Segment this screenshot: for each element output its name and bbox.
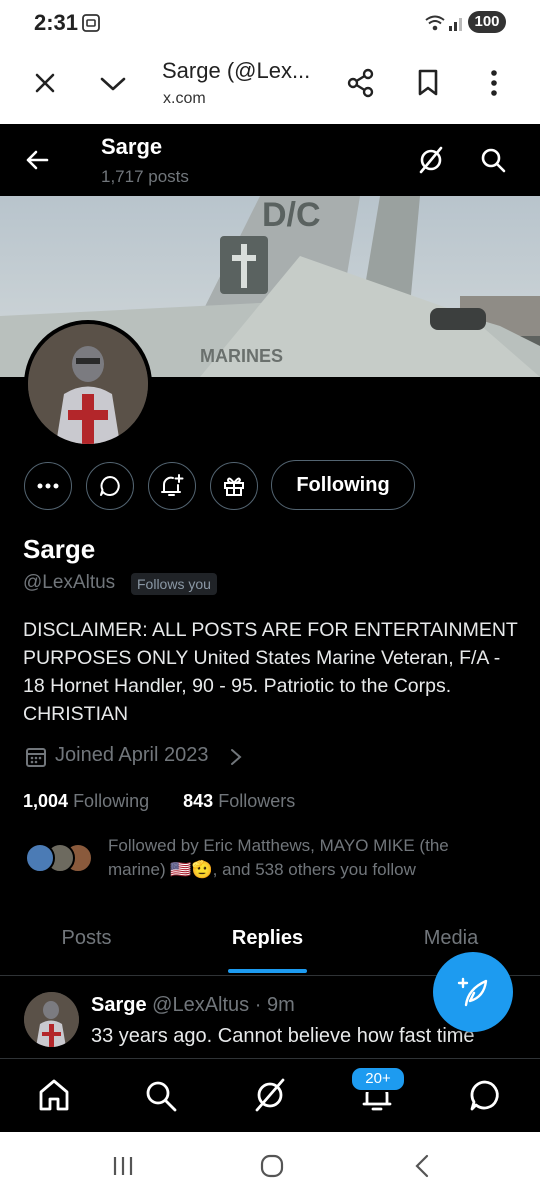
avatar bbox=[25, 843, 55, 873]
post-author-handle: @LexAltus bbox=[152, 994, 250, 1016]
following-label: Following bbox=[73, 791, 150, 811]
post-time: · 9m bbox=[254, 994, 295, 1016]
notifications-toggle-button[interactable] bbox=[148, 462, 196, 510]
gift-button[interactable] bbox=[210, 462, 258, 510]
x-profile-page: Sarge 1,717 posts D/C MARINES Following … bbox=[0, 124, 540, 1132]
post-header: Sarge @LexAltus · 9m bbox=[91, 994, 295, 1017]
compose-post-button[interactable] bbox=[433, 952, 513, 1032]
android-navigation-bar bbox=[0, 1132, 540, 1200]
grok-icon[interactable] bbox=[418, 146, 444, 174]
bookmark-icon[interactable] bbox=[417, 69, 439, 97]
following-stat[interactable]: 1,004 Following bbox=[23, 791, 149, 811]
wifi-icon bbox=[425, 15, 445, 31]
signal-icon bbox=[449, 18, 462, 31]
recent-apps-icon[interactable] bbox=[112, 1156, 134, 1176]
compose-feather-icon bbox=[457, 977, 488, 1007]
page-title: Sarge (@Lex... bbox=[162, 58, 311, 83]
banner-tail-code: D/C bbox=[262, 196, 321, 234]
home-button-icon[interactable] bbox=[260, 1154, 284, 1178]
grok-nav-icon[interactable] bbox=[253, 1077, 287, 1113]
tab-posts[interactable]: Posts bbox=[0, 914, 173, 974]
active-tab-indicator bbox=[228, 969, 307, 973]
profile-bio: DISCLAIMER: ALL POSTS ARE FOR ENTERTAINM… bbox=[23, 619, 518, 725]
status-bar: 2:31 100 bbox=[0, 0, 540, 48]
profile-name: Sarge bbox=[23, 534, 96, 564]
close-icon[interactable] bbox=[34, 72, 56, 94]
post-avatar[interactable] bbox=[24, 992, 79, 1047]
followed-by-line: marine) 🇺🇸🫡, and 538 others you follow bbox=[108, 860, 416, 879]
follow-stats: 1,004 Following 843 Followers bbox=[23, 791, 295, 812]
post-author-name[interactable]: Sarge bbox=[91, 994, 147, 1016]
search-icon[interactable] bbox=[480, 147, 506, 173]
followers-count: 843 bbox=[183, 791, 214, 811]
messages-icon[interactable] bbox=[468, 1079, 502, 1113]
notifications-badge: 20+ bbox=[350, 1066, 406, 1092]
back-arrow-icon[interactable] bbox=[25, 148, 49, 172]
profile-avatar[interactable] bbox=[24, 320, 152, 448]
joined-date: Joined April 2023 bbox=[55, 744, 209, 766]
calendar-icon bbox=[26, 748, 46, 767]
followers-label: Followers bbox=[218, 791, 296, 811]
tab-replies[interactable]: Replies bbox=[180, 914, 355, 974]
header-post-count: 1,717 posts bbox=[101, 167, 189, 186]
post-text[interactable]: 33 years ago. Cannot believe how fast ti… bbox=[91, 1025, 475, 1048]
message-icon bbox=[100, 476, 120, 496]
battery-indicator: 100 bbox=[468, 11, 506, 33]
search-nav-icon[interactable] bbox=[144, 1079, 178, 1113]
followers-stat[interactable]: 843 Followers bbox=[183, 791, 295, 811]
follows-you-badge: Follows you bbox=[131, 573, 217, 595]
followed-by-line: Followed by Eric Matthews, MAYO MIKE (th… bbox=[108, 836, 449, 855]
followed-by-text[interactable]: Followed by Eric Matthews, MAYO MIKE (th… bbox=[108, 834, 508, 882]
screenshot-icon bbox=[82, 14, 100, 32]
profile-handle: @LexAltus bbox=[23, 572, 116, 593]
following-button[interactable]: Following bbox=[271, 460, 415, 510]
following-count: 1,004 bbox=[23, 791, 69, 811]
bell-plus-icon bbox=[161, 474, 184, 496]
more-options-button[interactable] bbox=[24, 462, 72, 510]
more-horizontal-icon bbox=[37, 483, 59, 489]
gift-icon bbox=[224, 477, 244, 496]
status-time: 2:31 bbox=[34, 10, 79, 35]
banner-marines-text: MARINES bbox=[200, 346, 283, 366]
more-menu-icon[interactable] bbox=[489, 69, 499, 97]
back-button-icon[interactable] bbox=[414, 1154, 430, 1178]
page-domain: x.com bbox=[163, 90, 206, 107]
message-button[interactable] bbox=[86, 462, 134, 510]
browser-toolbar: Sarge (@Lex... x.com bbox=[0, 48, 540, 125]
chevron-right-icon[interactable] bbox=[230, 748, 242, 766]
chevron-down-icon[interactable] bbox=[100, 76, 126, 92]
share-icon[interactable] bbox=[346, 68, 376, 98]
followed-by-avatars[interactable] bbox=[23, 841, 93, 873]
header-name: Sarge bbox=[101, 134, 163, 159]
home-icon[interactable] bbox=[37, 1078, 71, 1112]
bottom-navigation: 20+ bbox=[0, 1058, 540, 1132]
